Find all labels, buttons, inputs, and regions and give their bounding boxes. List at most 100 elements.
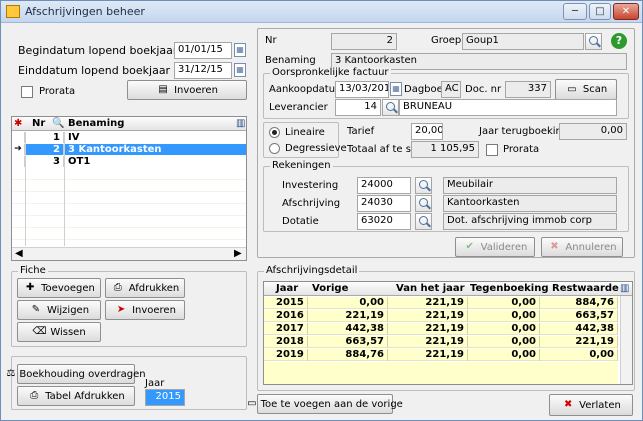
sort-icon: ✱	[14, 118, 23, 129]
rekeningen-title: Rekeningen	[270, 160, 333, 171]
lineaire-radio[interactable]	[269, 127, 280, 138]
schedule-header: Jaar Vorige Van het jaar Tegenboeking Re…	[264, 282, 632, 296]
add-row-icon: ▭	[247, 398, 257, 409]
invoeren-button[interactable]: ▤ Invoeren	[127, 80, 247, 100]
jaar-terugboeking-field: 0,00	[559, 123, 627, 140]
search-icon[interactable]	[415, 195, 432, 212]
wijzigen-button[interactable]: ✎ Wijzigen	[17, 300, 101, 320]
col-benaming[interactable]: Benaming	[68, 118, 124, 129]
nr-field: 2	[331, 33, 397, 50]
leverancier-code-input[interactable]: 14	[335, 99, 381, 116]
table-row[interactable]: 2017 442,38 221,19 0,00 442,38	[264, 323, 618, 335]
table-row[interactable]: 2016 221,19 221,19 0,00 663,57	[264, 310, 618, 322]
toe-te-voegen-button[interactable]: ▭ Toe te voegen aan de vorige	[247, 394, 403, 414]
jaar-input[interactable]: 2015	[145, 389, 185, 406]
leverancier-name-field: BRUNEAU	[399, 99, 617, 116]
dotatie-label: Dotatie	[282, 216, 319, 227]
scroll-left-icon[interactable]: ◀	[15, 248, 23, 259]
search-icon[interactable]	[415, 213, 432, 230]
col-van-het-jaar[interactable]: Van het jaar	[396, 283, 465, 294]
investering-label: Investering	[282, 180, 339, 191]
investering-code-input[interactable]: 24000	[357, 177, 411, 194]
schedule-table[interactable]: Jaar Vorige Van het jaar Tegenboeking Re…	[263, 281, 633, 385]
col-restwaarde[interactable]: Restwaarde	[552, 283, 619, 294]
degressieve-radio[interactable]	[269, 143, 280, 154]
end-date-label: Einddatum lopend boekjaar	[18, 64, 171, 77]
table-row[interactable]: 2019 884,76 221,19 0,00 0,00	[264, 349, 618, 361]
prorata-detail-checkbox[interactable]	[486, 144, 498, 156]
toevoegen-button[interactable]: ✚ Toevoegen	[17, 278, 101, 298]
valideren-button[interactable]: ✔ Valideren	[455, 237, 535, 257]
jaar-terugboeking-label: Jaar terugboeking	[479, 126, 569, 137]
prorata-checkbox[interactable]	[21, 86, 33, 98]
dotatie-code-input[interactable]: 63020	[357, 213, 411, 230]
invoeren-fiche-button[interactable]: ➤ Invoeren	[105, 300, 185, 320]
groep-label: Groep	[431, 35, 462, 46]
prorata-detail-label: Prorata	[503, 144, 540, 155]
tabel-afdrukken-button[interactable]: ⎙ Tabel Afdrukken	[17, 386, 135, 406]
search-icon[interactable]: 🔍	[52, 118, 64, 129]
calendar-icon[interactable]: ▦	[234, 63, 246, 77]
annuleren-button[interactable]: ✖ Annuleren	[541, 237, 623, 257]
col-jaar[interactable]: Jaar	[276, 283, 298, 294]
asset-list-header: ✱ Nr 🔍 Benaming ▥	[12, 117, 246, 131]
close-icon: ✖	[563, 399, 573, 410]
close-button[interactable]: ✕	[613, 3, 639, 20]
investering-name-field: Meubilair	[443, 177, 617, 194]
begin-date-input[interactable]: 01/01/15	[174, 42, 232, 59]
main-window: Afschrijvingen beheer ─ □ ✕ Begindatum l…	[0, 0, 643, 421]
search-icon[interactable]	[382, 99, 399, 116]
boekhouding-overdragen-button[interactable]: ⚖ Boekhouding overdragen	[6, 364, 146, 384]
col-nr[interactable]: Nr	[32, 118, 45, 129]
table-row[interactable]: 2018 663,57 221,19 0,00 221,19	[264, 336, 618, 348]
scan-button[interactable]: ▭ Scan	[555, 79, 617, 100]
list-item[interactable]: 1 IV	[12, 132, 246, 143]
wissen-button[interactable]: ⌫ Wissen	[17, 322, 101, 342]
search-icon[interactable]	[415, 177, 432, 194]
dagboek-field[interactable]: AC	[441, 81, 461, 98]
window-title: Afschrijvingen beheer	[25, 5, 145, 18]
balance-icon: ⚖	[6, 368, 16, 379]
afdrukken-button[interactable]: ⎙ Afdrukken	[105, 278, 185, 298]
fiche-title: Fiche	[18, 265, 48, 276]
table-row[interactable]: 2015 0,00 221,19 0,00 884,76	[264, 297, 618, 309]
col-vorige[interactable]: Vorige	[312, 283, 348, 294]
afschrijving-code-input[interactable]: 24030	[357, 195, 411, 212]
aankoopdatum-input[interactable]: 13/03/2015	[335, 81, 389, 98]
docnr-label: Doc. nr	[465, 84, 502, 95]
cancel-icon: ✖	[550, 241, 559, 252]
tarief-label: Tarief	[347, 126, 375, 137]
dotatie-name-field: Dot. afschrijving immob corp	[443, 213, 617, 230]
calendar-icon[interactable]: ▦	[390, 82, 402, 96]
list-item[interactable]: ➔ 2 3 Kantoorkasten	[12, 144, 246, 155]
edit-icon: ✎	[31, 304, 41, 315]
horizontal-scrollbar[interactable]: ◀ ▶	[12, 247, 246, 260]
tarief-input[interactable]: 20,00	[411, 123, 443, 140]
groep-field[interactable]: Goup1	[462, 33, 584, 50]
check-icon: ✔	[465, 241, 474, 252]
docnr-field[interactable]: 337	[505, 81, 551, 98]
afschrijving-label: Afschrijving	[282, 198, 341, 209]
list-item[interactable]: 3 OT1	[12, 156, 246, 167]
aankoopdatum-label: Aankoopdatum	[269, 84, 345, 95]
prorata-label: Prorata	[39, 86, 76, 97]
print-icon: ⎙	[113, 282, 122, 293]
calculator-icon: ▤	[158, 84, 168, 95]
help-icon[interactable]: ?	[611, 33, 627, 49]
print-icon: ⎙	[30, 390, 39, 401]
calendar-icon[interactable]: ▦	[234, 43, 246, 57]
end-date-input[interactable]: 31/12/15	[174, 62, 232, 79]
row-pointer-icon: ➔	[12, 144, 25, 155]
vertical-scrollbar[interactable]	[620, 296, 632, 384]
maximize-button[interactable]: □	[589, 3, 611, 20]
delete-icon[interactable]: ▥	[236, 118, 245, 129]
table-settings-icon[interactable]: ▥	[620, 283, 629, 294]
verlaten-button[interactable]: ✖ Verlaten	[549, 394, 633, 416]
lineaire-label: Lineaire	[285, 127, 325, 138]
asset-list[interactable]: ✱ Nr 🔍 Benaming ▥ 1 IV ➔ 2 3 Kantoorkasten …	[11, 116, 247, 261]
scroll-right-icon[interactable]: ▶	[234, 248, 242, 259]
search-icon[interactable]	[585, 33, 602, 50]
col-tegenboeking[interactable]: Tegenboeking	[470, 283, 549, 294]
jaar-label: Jaar	[145, 378, 165, 389]
minimize-button[interactable]: ─	[563, 3, 587, 20]
